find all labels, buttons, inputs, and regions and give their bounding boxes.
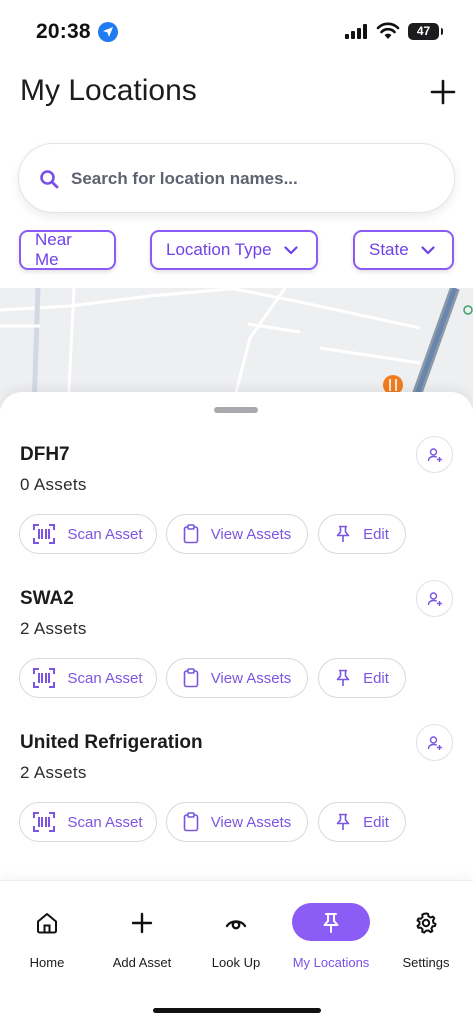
view-assets-button[interactable]: View Assets <box>166 802 308 842</box>
barcode-scan-icon <box>33 524 56 544</box>
map-view[interactable] <box>0 288 473 408</box>
chevron-down-icon <box>421 245 435 254</box>
tab-look-up[interactable]: Look Up <box>190 903 282 973</box>
location-name: United Refrigeration <box>20 732 203 753</box>
asset-count: 0 Assets <box>20 475 87 494</box>
edit-location-button[interactable]: Edit <box>318 658 406 698</box>
battery-indicator: 47 <box>408 23 443 40</box>
add-user-icon <box>427 591 442 606</box>
tab-label: Settings <box>402 955 450 970</box>
locations-sheet: DFH7 0 Assets Scan Asset View Assets Edi… <box>0 392 473 892</box>
search-input[interactable] <box>71 166 431 192</box>
tab-my-locations[interactable]: My Locations <box>285 903 377 973</box>
asset-count: 2 Assets <box>20 763 87 782</box>
view-assets-label: View Assets <box>210 669 292 687</box>
view-assets-button[interactable]: View Assets <box>166 514 308 554</box>
edit-label: Edit <box>363 525 389 543</box>
scan-asset-button[interactable]: Scan Asset <box>19 514 157 554</box>
pin-icon <box>323 913 339 933</box>
edit-location-button[interactable]: Edit <box>318 514 406 554</box>
asset-count: 2 Assets <box>20 619 87 638</box>
clipboard-icon <box>183 524 198 544</box>
edit-label: Edit <box>363 669 389 687</box>
near-me-filter-button[interactable]: Near Me <box>19 230 116 270</box>
tab-settings[interactable]: Settings <box>380 903 472 973</box>
location-type-dropdown[interactable]: Location Type <box>150 230 318 270</box>
scan-asset-button[interactable]: Scan Asset <box>19 802 157 842</box>
location-card: DFH7 0 Assets Scan Asset View Assets Edi… <box>0 436 473 588</box>
home-indicator <box>153 1008 321 1013</box>
plus-icon <box>131 912 153 934</box>
drag-handle[interactable] <box>214 407 258 413</box>
assign-user-button[interactable] <box>416 436 453 473</box>
tab-add-asset[interactable]: Add Asset <box>96 903 188 973</box>
pin-icon <box>336 525 350 542</box>
edit-location-button[interactable]: Edit <box>318 802 406 842</box>
page-title: My Locations <box>20 74 197 107</box>
pin-icon <box>336 669 350 686</box>
gear-icon <box>416 912 437 934</box>
home-icon <box>37 913 57 934</box>
tab-bar: Home Add Asset Look Up My Locations Sett… <box>0 880 473 1024</box>
assign-user-button[interactable] <box>416 580 453 617</box>
tab-home[interactable]: Home <box>1 903 93 973</box>
scan-asset-label: Scan Asset <box>67 813 143 831</box>
assign-user-button[interactable] <box>416 724 453 761</box>
view-assets-button[interactable]: View Assets <box>166 658 308 698</box>
edit-label: Edit <box>363 813 389 831</box>
scan-asset-label: Scan Asset <box>67 525 143 543</box>
status-bar: 20:38 47 <box>0 0 473 60</box>
view-assets-label: View Assets <box>210 813 292 831</box>
add-location-button[interactable] <box>425 74 461 110</box>
status-time: 20:38 <box>36 20 91 43</box>
clipboard-icon <box>183 812 198 832</box>
near-me-label: Near Me <box>35 230 72 269</box>
wifi-icon <box>376 22 400 39</box>
scan-asset-label: Scan Asset <box>67 669 143 687</box>
plus-icon <box>430 79 456 105</box>
location-name: DFH7 <box>20 444 70 465</box>
search-icon <box>40 170 59 189</box>
tab-label: Add Asset <box>112 955 172 970</box>
barcode-scan-icon <box>33 812 56 832</box>
pin-icon <box>336 813 350 830</box>
map-roads <box>0 288 473 408</box>
tab-label: My Locations <box>292 955 370 970</box>
tab-label: Look Up <box>211 955 261 970</box>
add-user-icon <box>427 447 442 462</box>
view-assets-label: View Assets <box>210 525 292 543</box>
location-card: SWA2 2 Assets Scan Asset View Assets Edi… <box>0 580 473 732</box>
search-bar[interactable] <box>18 143 455 213</box>
barcode-scan-icon <box>33 668 56 688</box>
location-card: United Refrigeration 2 Assets Scan Asset… <box>0 724 473 876</box>
location-type-label: Location Type <box>166 240 272 259</box>
state-label: State <box>369 240 409 259</box>
chevron-down-icon <box>283 245 298 254</box>
tab-label: Home <box>29 955 65 970</box>
location-services-icon <box>98 22 118 42</box>
add-user-icon <box>427 735 442 750</box>
cellular-signal-icon <box>345 24 367 39</box>
clipboard-icon <box>183 668 198 688</box>
state-dropdown[interactable]: State <box>353 230 454 270</box>
eye-icon <box>225 920 247 930</box>
scan-asset-button[interactable]: Scan Asset <box>19 658 157 698</box>
location-name: SWA2 <box>20 588 74 609</box>
